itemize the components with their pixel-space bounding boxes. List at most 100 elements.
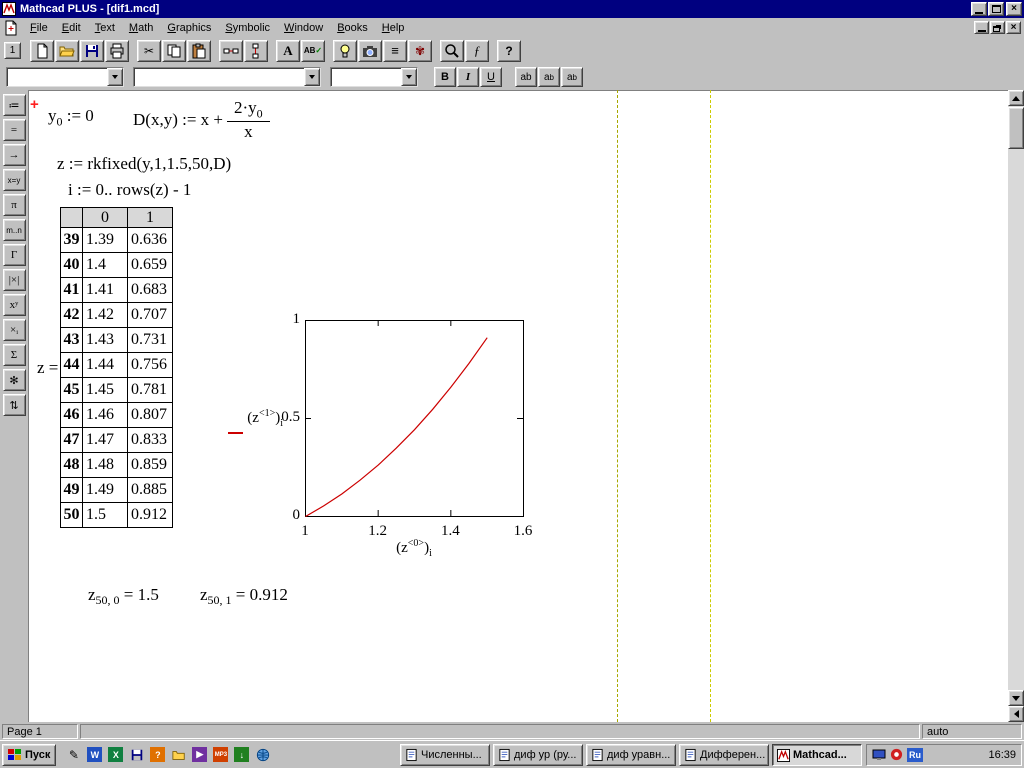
print-button[interactable] bbox=[105, 39, 129, 62]
new-document-button[interactable] bbox=[30, 39, 54, 62]
italic-button[interactable]: I bbox=[457, 67, 479, 87]
help-button[interactable]: ? bbox=[497, 39, 521, 62]
table-cell[interactable]: 0.659 bbox=[127, 252, 173, 278]
palette-summation-button[interactable]: Σ bbox=[2, 344, 26, 366]
table-cell[interactable]: 1.43 bbox=[82, 327, 128, 353]
palette-asterisk-button[interactable]: ✻ bbox=[2, 369, 26, 391]
quicklaunch-book-icon[interactable]: ? bbox=[148, 745, 167, 764]
palette-symbolic-arrow-button[interactable]: → bbox=[2, 144, 26, 166]
subscript-button[interactable]: ab bbox=[538, 67, 560, 87]
table-cell[interactable]: 0.807 bbox=[127, 402, 173, 428]
scroll-up-button[interactable] bbox=[1008, 90, 1024, 106]
palette-evaluation-button[interactable]: = bbox=[2, 119, 26, 141]
maximize-button[interactable] bbox=[988, 2, 1004, 16]
taskbar-task-document[interactable]: Дифферен... bbox=[679, 744, 769, 766]
mathcad-app-icon[interactable] bbox=[2, 2, 16, 16]
quicklaunch-globe-icon[interactable] bbox=[253, 745, 272, 764]
table-cell[interactable]: 1.47 bbox=[82, 427, 128, 453]
table-cell[interactable]: 1.39 bbox=[82, 227, 128, 253]
taskbar-task-document[interactable]: Численны... bbox=[400, 744, 490, 766]
text-style-button[interactable]: ab bbox=[515, 67, 537, 87]
quicklaunch-media-icon[interactable]: ▶ bbox=[190, 745, 209, 764]
document-icon[interactable] bbox=[3, 20, 19, 36]
font-dropdown[interactable] bbox=[133, 67, 321, 87]
cut-button[interactable]: ✂ bbox=[137, 39, 161, 62]
region-rkfixed-definition[interactable]: z := rkfixed(y,1,1.5,50,D) bbox=[57, 154, 231, 174]
table-cell[interactable]: 0.731 bbox=[127, 327, 173, 353]
palette-boolean-button[interactable]: x=y bbox=[2, 169, 26, 191]
copy-button[interactable] bbox=[162, 39, 186, 62]
table-cell[interactable]: 0.833 bbox=[127, 427, 173, 453]
child-restore-button[interactable] bbox=[990, 21, 1005, 34]
child-minimize-button[interactable] bbox=[974, 21, 989, 34]
dropdown-arrow-icon[interactable] bbox=[107, 68, 123, 86]
table-cell[interactable]: 1.44 bbox=[82, 352, 128, 378]
menu-symbolic[interactable]: Symbolic bbox=[218, 20, 277, 36]
quicksheets-button[interactable] bbox=[333, 39, 357, 62]
table-cell[interactable]: 0.683 bbox=[127, 277, 173, 303]
table-cell[interactable]: 0.707 bbox=[127, 302, 173, 328]
table-cell[interactable]: 1.48 bbox=[82, 452, 128, 478]
quicklaunch-folder-icon[interactable] bbox=[169, 745, 188, 764]
table-cell[interactable]: 1.41 bbox=[82, 277, 128, 303]
insert-function-button[interactable]: ƒ bbox=[465, 39, 489, 62]
menu-text[interactable]: Text bbox=[88, 20, 122, 36]
palette-gamma-button[interactable]: Γ bbox=[2, 244, 26, 266]
text-region-button[interactable]: A bbox=[276, 39, 300, 62]
symbolic-menu-button[interactable]: ✾ bbox=[408, 39, 432, 62]
palette-arithmetic-button[interactable]: 1 bbox=[4, 42, 21, 59]
style-dropdown[interactable] bbox=[6, 67, 124, 87]
region-z-output-label[interactable]: z = bbox=[37, 358, 58, 378]
zoom-button[interactable] bbox=[440, 39, 464, 62]
table-cell[interactable]: 0.756 bbox=[127, 352, 173, 378]
align-across-button[interactable] bbox=[219, 39, 243, 62]
taskbar-task-document[interactable]: диф ур (ру... bbox=[493, 744, 583, 766]
table-cell[interactable]: 1.42 bbox=[82, 302, 128, 328]
quicklaunch-pen-icon[interactable]: ✎ bbox=[64, 745, 83, 764]
table-cell[interactable]: 1.46 bbox=[82, 402, 128, 428]
vertical-scrollbar[interactable] bbox=[1008, 90, 1024, 722]
keyboard-layout-indicator[interactable]: Ru bbox=[907, 748, 923, 762]
menu-graphics[interactable]: Graphics bbox=[160, 20, 218, 36]
palette-absolute-value-button[interactable]: |×| bbox=[2, 269, 26, 291]
palette-range-button[interactable]: m..n bbox=[2, 219, 26, 241]
region-result-z50-1[interactable]: z50, 1 = 0.912 bbox=[200, 585, 288, 608]
menu-help[interactable]: Help bbox=[375, 20, 412, 36]
palette-subscript-button[interactable]: ×ᵢ bbox=[2, 319, 26, 341]
spell-check-button[interactable]: AB✓ bbox=[301, 39, 325, 62]
table-cell[interactable]: 0.859 bbox=[127, 452, 173, 478]
size-dropdown[interactable] bbox=[330, 67, 418, 87]
menu-edit[interactable]: Edit bbox=[55, 20, 88, 36]
quicklaunch-floppy-icon[interactable] bbox=[127, 745, 146, 764]
palette-updown-button[interactable]: ⇅ bbox=[2, 394, 26, 416]
scroll-left-button[interactable] bbox=[1008, 706, 1024, 722]
quicklaunch-download-icon[interactable]: ↓ bbox=[232, 745, 251, 764]
underline-button[interactable]: U bbox=[480, 67, 502, 87]
taskbar-task-mathcad[interactable]: Mathcad... bbox=[772, 744, 862, 766]
camera-button[interactable] bbox=[358, 39, 382, 62]
save-button[interactable] bbox=[80, 39, 104, 62]
scrollbar-thumb[interactable] bbox=[1008, 107, 1024, 149]
paste-button[interactable] bbox=[187, 39, 211, 62]
justify-button[interactable]: ≡ bbox=[383, 39, 407, 62]
menu-math[interactable]: Math bbox=[122, 20, 160, 36]
region-y0-definition[interactable]: y0 := 0 bbox=[48, 106, 94, 129]
table-cell[interactable]: 1.4 bbox=[82, 252, 128, 278]
dropdown-arrow-icon[interactable] bbox=[401, 68, 417, 86]
table-cell[interactable]: 1.49 bbox=[82, 477, 128, 503]
table-cell[interactable]: 1.45 bbox=[82, 377, 128, 403]
table-cell[interactable]: 1.5 bbox=[82, 502, 128, 528]
region-D-definition[interactable]: D(x,y) := x + 2·y0 x bbox=[133, 93, 270, 147]
table-cell[interactable]: 0.912 bbox=[127, 502, 173, 528]
palette-definition-button[interactable]: ≔ bbox=[2, 94, 26, 116]
z-output-table[interactable]: 0 1 39 1.39 0.636 40 1.4 0.659 41 1.41 0.683 42 1.42… bbox=[60, 207, 173, 528]
table-cell[interactable]: 0.781 bbox=[127, 377, 173, 403]
table-cell[interactable]: 0.885 bbox=[127, 477, 173, 503]
table-cell[interactable]: 0.636 bbox=[127, 227, 173, 253]
minimize-button[interactable] bbox=[971, 2, 987, 16]
open-folder-button[interactable] bbox=[55, 39, 79, 62]
quicklaunch-mp3-icon[interactable]: MP3 bbox=[211, 745, 230, 764]
tray-monitor-icon[interactable] bbox=[872, 748, 886, 762]
dropdown-arrow-icon[interactable] bbox=[304, 68, 320, 86]
scroll-down-button[interactable] bbox=[1008, 690, 1024, 706]
